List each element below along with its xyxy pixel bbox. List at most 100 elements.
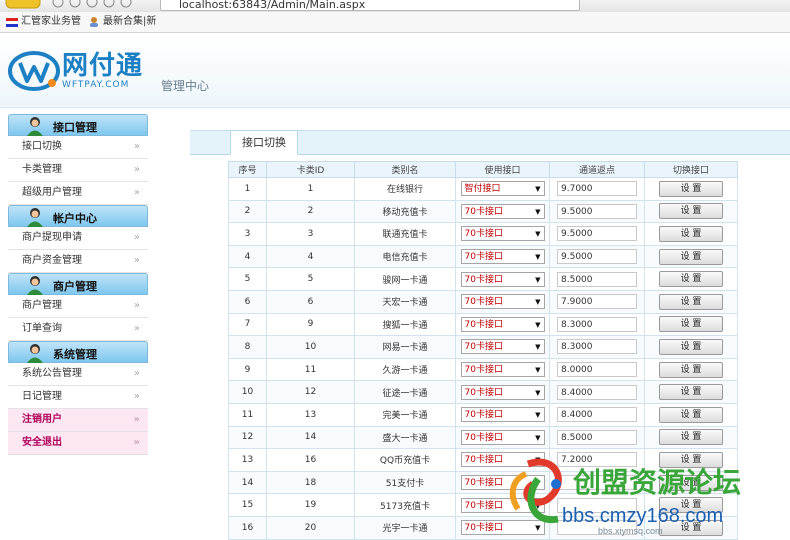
set-button[interactable]: 设 置 bbox=[659, 429, 723, 446]
site-logo[interactable]: 网付通 WFTPAY.COM bbox=[8, 49, 143, 93]
row-number: 14 bbox=[228, 470, 267, 495]
rate-input[interactable]: 9.5000 bbox=[557, 203, 637, 219]
interface-select[interactable]: 70卡接口 ▼ bbox=[460, 384, 545, 400]
interface-cell: 70卡接口 ▼ bbox=[455, 289, 550, 314]
sidebar-item-announcements[interactable]: 系统公告管理 » bbox=[8, 363, 148, 386]
card-type-name: 完美一卡通 bbox=[354, 402, 456, 427]
set-button[interactable]: 设 置 bbox=[659, 316, 723, 333]
set-button[interactable]: 设 置 bbox=[659, 361, 723, 378]
section-title: 系统管理 bbox=[53, 348, 97, 361]
rate-input[interactable]: 8.3000 bbox=[557, 316, 637, 332]
interface-select-value: 70卡接口 bbox=[464, 342, 503, 353]
card-type-name: 移动充值卡 bbox=[354, 199, 456, 224]
row-number: 11 bbox=[228, 402, 267, 427]
row-number: 3 bbox=[228, 222, 267, 246]
rate-input[interactable]: 8.5000 bbox=[557, 429, 637, 445]
interface-select[interactable]: 70卡接口 ▼ bbox=[460, 203, 545, 219]
interface-select[interactable]: 70卡接口 ▼ bbox=[460, 429, 545, 445]
rate-input[interactable]: 9.5000 bbox=[557, 249, 637, 265]
chevron-right-icon: » bbox=[133, 368, 140, 379]
chevron-right-icon: » bbox=[133, 323, 140, 334]
dropdown-arrow-icon: ▼ bbox=[535, 253, 541, 262]
set-button[interactable]: 设 置 bbox=[659, 225, 723, 242]
set-button[interactable]: 设 置 bbox=[659, 180, 723, 197]
action-cell: 设 置 bbox=[644, 199, 738, 224]
interface-cell: 70卡接口 ▼ bbox=[455, 222, 550, 246]
set-button[interactable]: 设 置 bbox=[659, 384, 723, 401]
table-row: 1 1 在线银行 智付接口 ▼ 9.7000 设 置 bbox=[228, 177, 738, 201]
column-header: 类别名 bbox=[354, 161, 456, 178]
row-number: 15 bbox=[228, 493, 267, 517]
set-button[interactable]: 设 置 bbox=[659, 203, 723, 220]
bookmark-item[interactable]: 最新合集|新 bbox=[88, 12, 156, 32]
rate-input[interactable]: 8.5000 bbox=[557, 271, 637, 287]
column-header: 卡类ID bbox=[266, 161, 355, 178]
interface-select[interactable]: 70卡接口 ▼ bbox=[460, 226, 545, 242]
table-row: 3 3 联通充值卡 70卡接口 ▼ 9.5000 设 置 bbox=[228, 222, 738, 246]
interface-select[interactable]: 70卡接口 ▼ bbox=[460, 362, 545, 378]
rate-cell: 9.7000 bbox=[549, 177, 645, 201]
rate-input[interactable]: 8.4000 bbox=[557, 407, 637, 423]
sidebar-item-funds[interactable]: 商户资金管理 » bbox=[8, 250, 148, 273]
sidebar-item-interface-switch[interactable]: 接口切换 » bbox=[8, 136, 148, 159]
admin-user-icon bbox=[27, 344, 43, 363]
sidebar: 接口管理 接口切换 » 卡类管理 » 超级用户管理 » 帐户中心 商户提现申请 » 商户… bbox=[8, 114, 148, 455]
brand-domain: WFTPAY.COM bbox=[62, 80, 130, 90]
interface-select[interactable]: 70卡接口 ▼ bbox=[460, 271, 545, 287]
bookmark-item[interactable]: 汇管家业务管 bbox=[6, 12, 81, 32]
section-title: 帐户中心 bbox=[53, 212, 97, 225]
interface-select[interactable]: 70卡接口 ▼ bbox=[460, 316, 545, 332]
sidebar-item-card-types[interactable]: 卡类管理 » bbox=[8, 159, 148, 182]
interface-select[interactable]: 智付接口 ▼ bbox=[460, 181, 545, 197]
rate-input[interactable]: 9.7000 bbox=[557, 181, 637, 197]
set-button[interactable]: 设 置 bbox=[659, 406, 723, 423]
set-button[interactable]: 设 置 bbox=[659, 271, 723, 288]
interface-select[interactable]: 70卡接口 ▼ bbox=[460, 294, 545, 310]
sidebar-item-order-query[interactable]: 订单查询 » bbox=[8, 318, 148, 341]
row-number: 7 bbox=[228, 312, 267, 337]
sidebar-item-withdraw-requests[interactable]: 商户提现申请 » bbox=[8, 227, 148, 250]
rate-input[interactable]: 8.3000 bbox=[557, 339, 637, 355]
watermark-logo: 创盟资源论坛 bbs.cmzy168.com bbs.xiymsq.com bbox=[509, 458, 741, 536]
sidebar-item-logs[interactable]: 日记管理 » bbox=[8, 386, 148, 409]
address-bar[interactable]: localhost:63843/Admin/Main.aspx bbox=[160, 0, 580, 11]
card-type-id: 3 bbox=[266, 222, 355, 246]
admin-user-icon bbox=[27, 208, 43, 227]
table-row: 4 4 电信充值卡 70卡接口 ▼ 9.5000 设 置 bbox=[228, 244, 738, 269]
rate-input[interactable]: 9.5000 bbox=[557, 226, 637, 242]
chevron-right-icon: » bbox=[133, 414, 140, 425]
action-cell: 设 置 bbox=[644, 267, 738, 291]
rate-input[interactable]: 7.9000 bbox=[557, 294, 637, 310]
sidebar-item-super-users[interactable]: 超级用户管理 » bbox=[8, 182, 148, 205]
interface-select-value: 70卡接口 bbox=[464, 252, 503, 263]
rate-input[interactable]: 8.4000 bbox=[557, 384, 637, 400]
interface-select[interactable]: 70卡接口 ▼ bbox=[460, 339, 545, 355]
safe-exit-link[interactable]: 安全退出 » bbox=[8, 432, 148, 455]
card-type-id: 12 bbox=[266, 380, 355, 404]
interface-cell: 70卡接口 ▼ bbox=[455, 380, 550, 404]
table-row: 9 11 久游一卡通 70卡接口 ▼ 8.0000 设 置 bbox=[228, 357, 738, 382]
logout-user-link[interactable]: 注销用户 » bbox=[8, 409, 148, 432]
action-cell: 设 置 bbox=[644, 425, 738, 450]
rate-input[interactable]: 8.0000 bbox=[557, 362, 637, 378]
set-button[interactable]: 设 置 bbox=[659, 293, 723, 310]
chevron-right-icon: » bbox=[133, 141, 140, 152]
sidebar-item-label: 接口切换 bbox=[22, 141, 62, 152]
row-number: 5 bbox=[228, 267, 267, 291]
interface-cell: 70卡接口 ▼ bbox=[455, 267, 550, 291]
interface-select-value: 70卡接口 bbox=[464, 387, 503, 398]
set-button[interactable]: 设 置 bbox=[659, 248, 723, 265]
interface-select[interactable]: 70卡接口 ▼ bbox=[460, 249, 545, 265]
interface-select[interactable]: 70卡接口 ▼ bbox=[460, 407, 545, 423]
tab-interface-switch[interactable]: 接口切换 bbox=[230, 130, 298, 155]
card-type-id: 10 bbox=[266, 335, 355, 359]
set-button[interactable]: 设 置 bbox=[659, 338, 723, 355]
interface-select-value: 70卡接口 bbox=[464, 432, 503, 443]
navigation-buttons-icon[interactable] bbox=[0, 0, 150, 10]
table-row: 12 14 盛大一卡通 70卡接口 ▼ 8.5000 设 置 bbox=[228, 425, 738, 450]
table-row: 2 2 移动充值卡 70卡接口 ▼ 9.5000 设 置 bbox=[228, 199, 738, 224]
sidebar-item-label: 超级用户管理 bbox=[22, 187, 82, 198]
sidebar-item-merchant-manage[interactable]: 商户管理 » bbox=[8, 295, 148, 318]
dropdown-arrow-icon: ▼ bbox=[535, 433, 541, 442]
card-type-name: 5173充值卡 bbox=[354, 493, 456, 517]
